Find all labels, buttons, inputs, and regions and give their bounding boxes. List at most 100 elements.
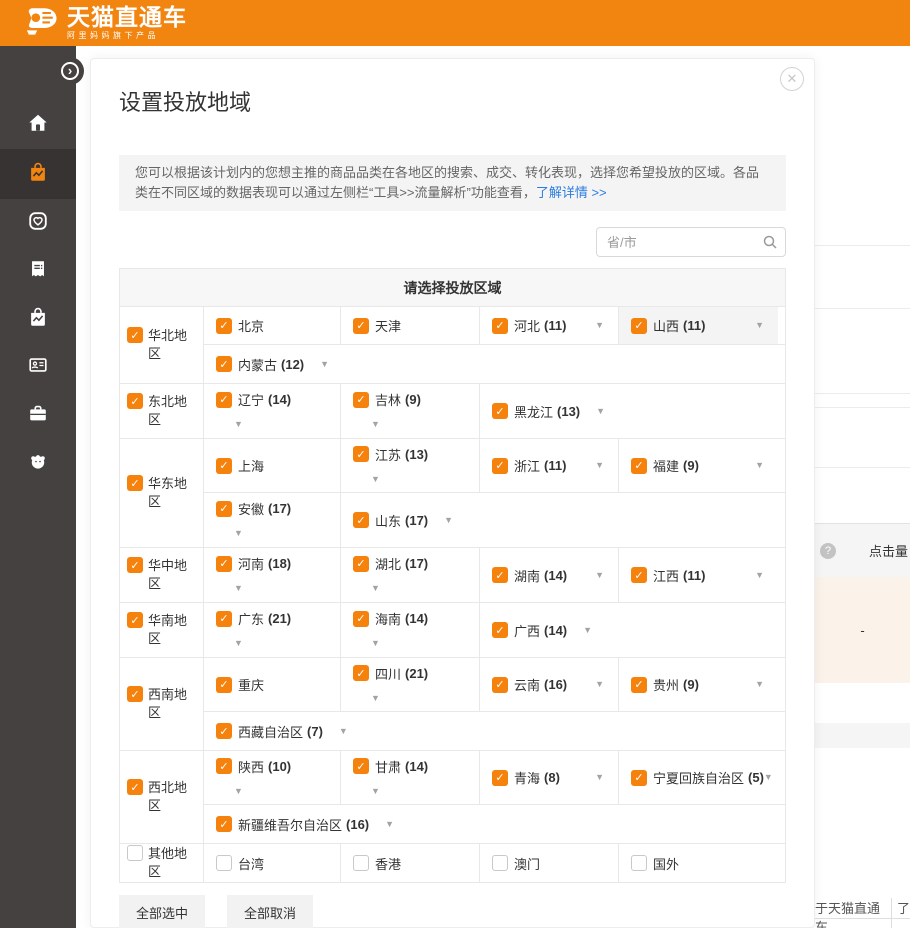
chevron-down-icon[interactable]: ▼ xyxy=(595,680,604,689)
province-cell[interactable]: ✓吉林(9)▼ xyxy=(341,384,480,438)
province-cell[interactable]: ✓安徽(17)▼ xyxy=(204,493,341,547)
province-checkbox[interactable]: ✓ xyxy=(492,403,508,419)
province-cell[interactable]: ✓天津 xyxy=(341,307,480,344)
region-checkbox[interactable]: ✓ xyxy=(127,475,143,491)
region-label-cell[interactable]: ✓西南地区 xyxy=(120,658,204,750)
province-cell[interactable]: ✓河北(11)▼ xyxy=(480,307,619,344)
chevron-down-icon[interactable]: ▼ xyxy=(596,407,605,416)
province-checkbox[interactable]: ✓ xyxy=(216,392,232,408)
chevron-down-icon[interactable]: ▼ xyxy=(755,321,764,330)
region-checkbox[interactable]: ✓ xyxy=(127,779,143,795)
chevron-down-icon[interactable]: ▼ xyxy=(385,820,394,829)
province-checkbox[interactable]: ✓ xyxy=(631,677,647,693)
province-checkbox[interactable]: ✓ xyxy=(353,611,369,627)
sidebar-item-home[interactable] xyxy=(0,101,76,149)
province-checkbox[interactable]: ✓ xyxy=(216,611,232,627)
province-checkbox[interactable]: ✓ xyxy=(492,567,508,583)
chevron-down-icon[interactable]: ▼ xyxy=(595,773,604,782)
region-label-cell[interactable]: ✓华东地区 xyxy=(120,439,204,547)
province-checkbox[interactable]: ✓ xyxy=(216,501,232,517)
chevron-down-icon[interactable]: ▼ xyxy=(595,571,604,580)
province-cell[interactable]: ✓浙江(11)▼ xyxy=(480,439,619,492)
chevron-down-icon[interactable]: ▼ xyxy=(234,638,243,648)
province-checkbox[interactable]: ✓ xyxy=(492,622,508,638)
province-checkbox[interactable]: ✓ xyxy=(353,758,369,774)
province-cell[interactable]: ✓广东(21)▼ xyxy=(204,603,341,657)
province-cell[interactable]: ✓陕西(10)▼ xyxy=(204,751,341,804)
sidebar-item-shop[interactable] xyxy=(0,295,76,343)
region-label-cell[interactable]: ✓东北地区 xyxy=(120,384,204,438)
province-checkbox[interactable]: ✓ xyxy=(216,458,232,474)
chevron-down-icon[interactable]: ▼ xyxy=(234,419,243,429)
chevron-down-icon[interactable]: ▼ xyxy=(371,583,380,593)
search-icon[interactable] xyxy=(762,234,778,255)
province-cell[interactable]: 台湾 xyxy=(204,844,341,882)
chevron-down-icon[interactable]: ▼ xyxy=(371,474,380,484)
province-cell[interactable]: ✓福建(9)▼ xyxy=(619,439,778,492)
province-checkbox[interactable]: ✓ xyxy=(353,318,369,334)
province-checkbox[interactable] xyxy=(631,855,647,871)
province-cell[interactable]: ✓广西(14)▼ xyxy=(480,603,778,657)
province-checkbox[interactable]: ✓ xyxy=(216,816,232,832)
region-checkbox[interactable]: ✓ xyxy=(127,327,143,343)
region-checkbox[interactable]: ✓ xyxy=(127,686,143,702)
province-checkbox[interactable]: ✓ xyxy=(353,392,369,408)
province-checkbox[interactable]: ✓ xyxy=(216,723,232,739)
province-checkbox[interactable] xyxy=(216,855,232,871)
chevron-down-icon[interactable]: ▼ xyxy=(234,528,243,538)
province-cell[interactable]: 香港 xyxy=(341,844,480,882)
province-cell[interactable]: ✓江西(11)▼ xyxy=(619,548,778,602)
region-label-cell[interactable]: ✓西北地区 xyxy=(120,751,204,843)
region-label-cell[interactable]: 其他地区 xyxy=(120,844,204,882)
province-checkbox[interactable]: ✓ xyxy=(353,512,369,528)
cancel-all-button[interactable]: 全部取消 xyxy=(227,895,313,928)
chevron-down-icon[interactable]: ▼ xyxy=(595,461,604,470)
province-cell[interactable]: ✓贵州(9)▼ xyxy=(619,658,778,711)
chevron-down-icon[interactable]: ▼ xyxy=(371,638,380,648)
province-cell[interactable]: ✓重庆 xyxy=(204,658,341,711)
province-checkbox[interactable] xyxy=(492,855,508,871)
chevron-down-icon[interactable]: ▼ xyxy=(371,693,380,703)
province-checkbox[interactable]: ✓ xyxy=(631,770,647,786)
chevron-down-icon[interactable]: ▼ xyxy=(755,680,764,689)
region-checkbox[interactable]: ✓ xyxy=(127,393,143,409)
chevron-down-icon[interactable]: ▼ xyxy=(595,321,604,330)
province-cell[interactable]: ✓内蒙古(12)▼ xyxy=(204,345,778,383)
province-checkbox[interactable]: ✓ xyxy=(353,556,369,572)
province-checkbox[interactable]: ✓ xyxy=(216,556,232,572)
province-cell[interactable]: ✓湖南(14)▼ xyxy=(480,548,619,602)
province-checkbox[interactable]: ✓ xyxy=(631,567,647,583)
province-checkbox[interactable]: ✓ xyxy=(353,665,369,681)
province-checkbox[interactable]: ✓ xyxy=(216,758,232,774)
chevron-down-icon[interactable]: ▼ xyxy=(320,360,329,369)
province-checkbox[interactable]: ✓ xyxy=(353,446,369,462)
province-cell[interactable]: ✓西藏自治区(7)▼ xyxy=(204,712,778,750)
sidebar-item-report[interactable] xyxy=(0,247,76,295)
region-label-cell[interactable]: ✓华北地区 xyxy=(120,307,204,383)
learn-more-link[interactable]: 了解详情 >> xyxy=(536,185,607,200)
province-cell[interactable]: ✓海南(14)▼ xyxy=(341,603,480,657)
chevron-down-icon[interactable]: ▼ xyxy=(755,461,764,470)
sidebar-expand-button[interactable]: › xyxy=(56,57,84,85)
chevron-down-icon[interactable]: ▼ xyxy=(583,626,592,635)
province-checkbox[interactable] xyxy=(353,855,369,871)
province-checkbox[interactable]: ✓ xyxy=(216,677,232,693)
chevron-down-icon[interactable]: ▼ xyxy=(234,583,243,593)
province-cell[interactable]: ✓青海(8)▼ xyxy=(480,751,619,804)
region-checkbox[interactable]: ✓ xyxy=(127,557,143,573)
region-checkbox[interactable] xyxy=(127,845,143,861)
chevron-down-icon[interactable]: ▼ xyxy=(339,727,348,736)
province-cell[interactable]: ✓山东(17)▼ xyxy=(341,493,778,547)
province-cell[interactable]: 国外 xyxy=(619,844,778,882)
province-checkbox[interactable]: ✓ xyxy=(216,356,232,372)
chevron-down-icon[interactable]: ▼ xyxy=(444,516,453,525)
province-checkbox[interactable]: ✓ xyxy=(492,677,508,693)
sidebar-item-contact-card[interactable] xyxy=(0,343,76,391)
select-all-button[interactable]: 全部选中 xyxy=(119,895,205,928)
sidebar-item-favorites[interactable] xyxy=(0,199,76,247)
province-cell[interactable]: ✓新疆维吾尔自治区(16)▼ xyxy=(204,805,778,843)
chevron-down-icon[interactable]: ▼ xyxy=(371,786,380,796)
province-checkbox[interactable]: ✓ xyxy=(631,318,647,334)
province-cell[interactable]: ✓江苏(13)▼ xyxy=(341,439,480,492)
province-cell[interactable]: ✓甘肃(14)▼ xyxy=(341,751,480,804)
